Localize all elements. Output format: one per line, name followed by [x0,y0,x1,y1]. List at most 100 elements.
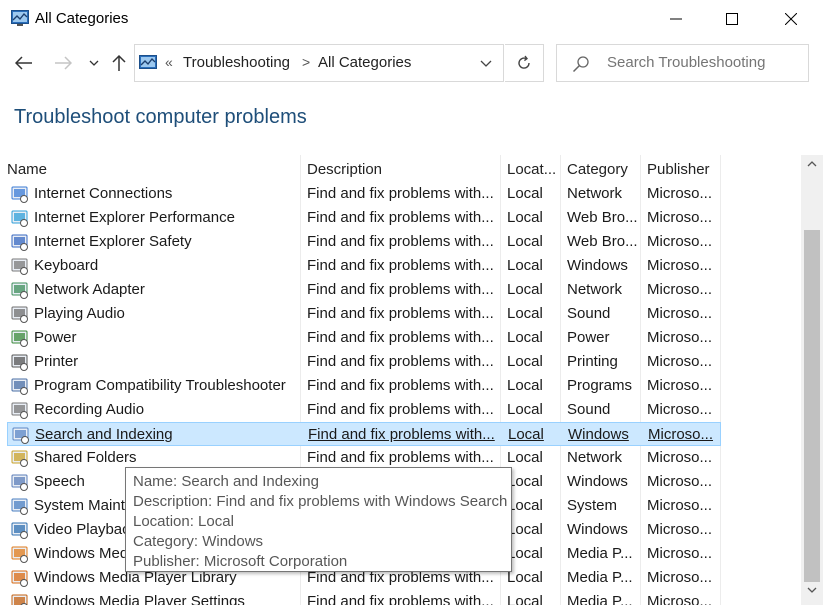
arrow-up-icon [112,54,126,71]
cell-category: Windows [568,426,629,443]
up-button[interactable] [106,50,132,76]
tooltip-publisher: Publisher: Microsoft Corporation [133,553,348,570]
cell-name: Printer [34,353,79,370]
system-maintenance-icon [11,498,28,515]
breadcrumb-troubleshooting[interactable]: Troubleshooting [183,54,290,71]
media-library-icon [11,570,28,587]
table-row[interactable]: Network Adapter Find and fix problems wit… [7,278,721,302]
cell-publisher: Microso... [647,569,713,586]
close-icon [785,13,797,25]
cell-location: Local [507,401,543,418]
cell-publisher: Microso... [647,521,713,538]
cell-publisher: Microso... [647,473,713,490]
table-row[interactable]: Printer Find and fix problems with... Loca… [7,350,721,374]
table-row[interactable]: Recording Audio Find and fix problems wit… [7,398,721,422]
cell-publisher: Microso... [647,185,713,202]
cell-location: Local [507,545,543,562]
cell-publisher: Microso... [647,545,713,562]
cell-publisher: Microso... [647,593,713,605]
column-header-publisher[interactable]: Publisher [647,155,710,183]
table-row[interactable]: Windows Media Player Settings Find and fi… [7,590,721,605]
search-input[interactable] [607,54,802,71]
cell-category: Media P... [567,569,633,586]
chevron-down-icon[interactable] [479,55,493,71]
tooltip-location: Location: Local [133,513,234,530]
table-row[interactable]: Search and Indexing Find and fix problems… [7,422,721,446]
table-row[interactable]: Power Find and fix problems with... Local P… [7,326,721,350]
cell-category: Media P... [567,593,633,605]
search-icon [572,56,589,73]
vertical-scrollbar[interactable] [801,155,823,605]
address-bar[interactable]: « Troubleshooting > All Categories [134,44,504,82]
cell-location: Local [507,473,543,490]
keyboard-icon [11,258,28,275]
table-row[interactable]: Program Compatibility Troubleshooter Find… [7,374,721,398]
cell-category: Windows [567,521,628,538]
control-panel-icon [139,55,157,69]
table-row[interactable]: Internet Explorer Safety Find and fix pro… [7,230,721,254]
maximize-icon [726,13,738,25]
cell-category: Power [567,329,610,346]
cell-publisher: Microso... [647,305,713,322]
breadcrumb-all-categories[interactable]: All Categories [318,54,411,71]
column-header-location[interactable]: Locat... [507,155,556,183]
cell-publisher: Microso... [647,209,713,226]
table-row[interactable]: Keyboard Find and fix problems with... Loc… [7,254,721,278]
table-row[interactable]: Playing Audio Find and fix problems with.… [7,302,721,326]
breadcrumb-separator[interactable]: > [302,54,310,70]
back-button[interactable] [11,50,37,76]
cell-category: Printing [567,353,618,370]
tooltip-category: Category: Windows [133,533,264,550]
ie-performance-icon [11,210,28,227]
minimize-icon [670,18,682,20]
refresh-button[interactable] [505,44,544,82]
close-button[interactable] [763,0,819,38]
scroll-up-icon[interactable] [806,159,818,169]
minimize-button[interactable] [648,0,704,38]
tooltip-name: Name: Search and Indexing [133,473,319,490]
cell-publisher: Microso... [647,233,713,250]
cell-location: Local [507,593,543,605]
address-overflow[interactable]: « [165,54,173,70]
table-header: Name Description Locat... Category Publi… [0,155,801,183]
cell-category: Sound [567,401,611,418]
cell-name: Windows Media Player Settings [34,593,245,605]
column-header-category[interactable]: Category [567,155,628,183]
cell-description: Find and fix problems with... [307,353,494,370]
cell-category: Windows [567,257,628,274]
cell-location: Local [507,521,543,538]
page-title: Troubleshoot computer problems [14,106,307,128]
cell-name: Keyboard [34,257,99,274]
cell-category: Web Bro... [567,209,638,226]
cell-location: Local [507,449,543,466]
cell-name: Shared Folders [34,449,137,466]
maximize-button[interactable] [704,0,760,38]
search-box[interactable] [556,44,809,82]
cell-location: Local [507,233,543,250]
scrollbar-thumb[interactable] [804,230,820,582]
ie-safety-icon [11,234,28,251]
search-indexing-icon [12,427,29,444]
cell-category: Network [567,449,623,466]
column-header-name[interactable]: Name [7,155,47,183]
cell-publisher: Microso... [647,353,713,370]
cell-category: Media P... [567,545,633,562]
cell-location: Local [507,305,543,322]
cell-publisher: Microso... [647,401,713,418]
cell-location: Local [507,497,543,514]
cell-description: Find and fix problems with... [307,401,494,418]
cell-name: Program Compatibility Troubleshooter [34,377,286,394]
arrow-right-icon [55,56,72,70]
printer-icon [11,354,28,371]
cell-category: Network [567,185,623,202]
cell-location: Local [508,426,544,443]
scroll-down-icon[interactable] [806,585,818,595]
cell-description: Find and fix problems with... [307,329,494,346]
table-row[interactable]: Internet Explorer Performance Find and fi… [7,206,721,230]
cell-description: Find and fix problems with... [307,305,494,322]
cell-description: Find and fix problems with... [307,593,494,605]
column-header-description[interactable]: Description [307,155,382,183]
table-row[interactable]: Internet Connections Find and fix problem… [7,182,721,206]
recent-locations-button[interactable] [81,50,107,76]
forward-button[interactable] [50,50,76,76]
